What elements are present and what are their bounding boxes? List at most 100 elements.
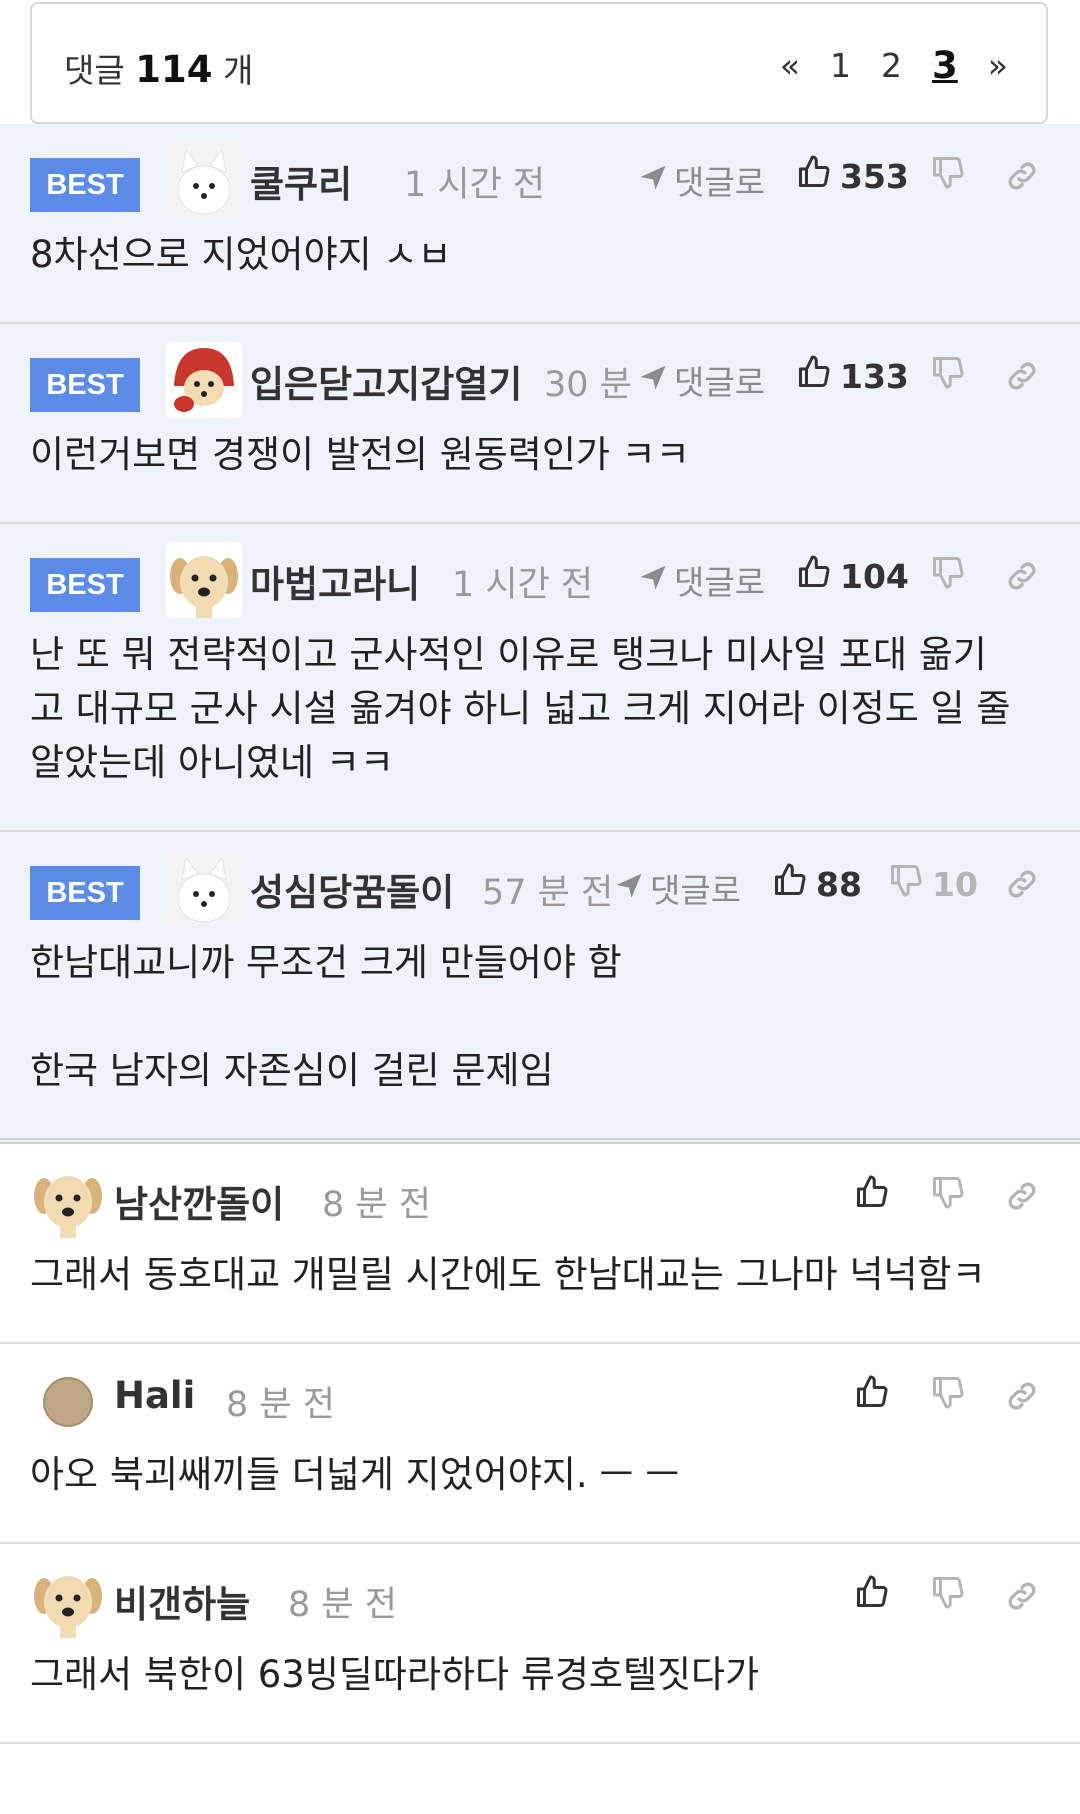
avatar[interactable] <box>166 342 242 418</box>
comment-body: 그래서 북한이 63빙딜따라하다 류경호텔짓다가 <box>0 1648 1080 1742</box>
reply-arrow-icon <box>638 361 668 400</box>
link-icon[interactable] <box>1004 558 1040 594</box>
nickname[interactable]: 비갠하늘 <box>114 1574 250 1628</box>
thumbs-up-icon <box>796 354 832 398</box>
comment-body: 그래서 동호대교 개밀릴 시간에도 한남대교는 그나마 넉넉함ㅋ <box>0 1248 1080 1342</box>
avatar[interactable] <box>166 542 242 618</box>
nickname[interactable]: 마법고라니 <box>250 554 420 608</box>
best-comment: BEST 쿨쿠리 1 시간 전 댓글로 353 8차선으로 지었어야지 ㅅㅂ <box>0 124 1080 324</box>
reply-arrow-icon <box>614 869 644 908</box>
like-button[interactable] <box>854 1574 890 1618</box>
like-button[interactable] <box>854 1374 890 1418</box>
comment-meta: BEST 입은닫고지갑열기 30 분 댓글로 133 <box>0 324 1080 428</box>
thumbs-up-icon <box>854 1174 890 1218</box>
link-icon[interactable] <box>1004 158 1040 194</box>
dislike-button[interactable] <box>930 1574 966 1618</box>
best-badge: BEST <box>30 358 140 412</box>
like-count: 133 <box>840 356 909 396</box>
nickname[interactable]: 쿨쿠리 <box>250 154 352 208</box>
comment-meta: BEST 성심당꿈돌이 57 분 전 댓글로 88 10 <box>0 832 1080 936</box>
like-button[interactable]: 88 <box>772 862 862 906</box>
comment-text: 그래서 북한이 63빙딜따라하다 류경호텔짓다가 <box>30 1653 760 1696</box>
dislike-button[interactable] <box>930 554 966 598</box>
page-1-link[interactable]: 1 <box>830 46 851 85</box>
reply-button[interactable]: 댓글로 <box>614 864 741 912</box>
reply-arrow-icon <box>638 561 668 600</box>
nickname[interactable]: 남산깐돌이 <box>114 1174 284 1228</box>
thumbs-down-icon <box>930 154 966 198</box>
comment-count-number: 114 <box>135 48 213 91</box>
link-icon[interactable] <box>1004 358 1040 394</box>
like-button[interactable]: 133 <box>796 354 909 398</box>
comment-time: 1 시간 전 <box>404 165 546 205</box>
nickname[interactable]: 입은닫고지갑열기 <box>250 354 522 408</box>
comment-body: 8차선으로 지었어야지 ㅅㅂ <box>0 228 1080 322</box>
avatar[interactable] <box>30 1562 106 1638</box>
comment-body: 이런거보면 경쟁이 발전의 원동력인가 ㅋㅋ <box>0 428 1080 522</box>
nickname[interactable]: Hali <box>114 1374 195 1417</box>
comment-time: 8 분 전 <box>226 1385 335 1425</box>
comment-text: 한남대교니까 무조건 크게 만들어야 함 한국 남자의 자존심이 걸린 문제임 <box>30 941 622 1092</box>
reply-arrow-icon <box>638 161 668 200</box>
comment-meta: BEST 쿨쿠리 1 시간 전 댓글로 353 <box>0 124 1080 228</box>
thumbs-up-icon <box>796 154 832 198</box>
link-icon[interactable] <box>1004 1178 1040 1214</box>
thumbs-down-icon <box>930 1174 966 1218</box>
avatar[interactable] <box>166 850 242 926</box>
comment-text: 아오 북괴쌔끼들 더넓게 지었어야지. ㅡ ㅡ <box>30 1453 680 1496</box>
thumbs-up-icon <box>854 1374 890 1418</box>
avatar[interactable] <box>30 1162 106 1238</box>
link-icon[interactable] <box>1004 1578 1040 1614</box>
comment: Hali 8 분 전아오 북괴쌔끼들 더넓게 지었어야지. ㅡ ㅡ <box>0 1344 1080 1544</box>
comment-meta: 비갠하늘 8 분 전 <box>0 1544 1080 1648</box>
link-icon[interactable] <box>1004 1378 1040 1414</box>
best-comment: BEST 입은닫고지갑열기 30 분 댓글로 133 이런거보면 경쟁이 발전의 원동력인… <box>0 324 1080 524</box>
like-button[interactable] <box>854 1174 890 1218</box>
thumbs-up-icon <box>772 862 808 906</box>
like-button[interactable]: 104 <box>796 554 909 598</box>
like-count: 104 <box>840 556 909 596</box>
thumbs-down-icon <box>930 354 966 398</box>
dislike-count: 10 <box>932 864 978 904</box>
thumbs-down-icon <box>930 1374 966 1418</box>
reply-label: 댓글로 <box>674 563 766 602</box>
page-prev-button[interactable]: « <box>780 46 800 85</box>
comment: 비갠하늘 8 분 전그래서 북한이 63빙딜따라하다 류경호텔짓다가 <box>0 1544 1080 1744</box>
page-2-link[interactable]: 2 <box>881 46 902 85</box>
nickname[interactable]: 성심당꿈돌이 <box>250 862 454 916</box>
comment-time: 1 시간 전 <box>452 565 594 605</box>
like-count: 353 <box>840 156 909 196</box>
avatar[interactable] <box>166 142 242 218</box>
page-next-button[interactable]: » <box>988 46 1008 85</box>
dislike-button[interactable] <box>930 1174 966 1218</box>
comment-list: BEST 쿨쿠리 1 시간 전 댓글로 353 8차선으로 지었어야지 ㅅㅂ BEST 입은닫… <box>0 124 1080 1744</box>
reply-button[interactable]: 댓글로 <box>638 356 765 404</box>
comment-meta: BEST 마법고라니 1 시간 전 댓글로 104 <box>0 524 1080 628</box>
reply-button[interactable]: 댓글로 <box>638 156 765 204</box>
comment-text: 난 또 뭐 전략적이고 군사적인 이유로 탱크나 미사일 포대 옮기 고 대규모… <box>30 633 1011 784</box>
page-3-link-current[interactable]: 3 <box>932 44 958 87</box>
best-badge: BEST <box>30 158 140 212</box>
comment-count-suffix: 개 <box>222 51 254 90</box>
comment-body: 난 또 뭐 전략적이고 군사적인 이유로 탱크나 미사일 포대 옮기 고 대규모… <box>0 628 1080 830</box>
link-icon[interactable] <box>1004 866 1040 902</box>
comment-time: 30 분 <box>544 365 632 405</box>
thumbs-down-icon <box>930 1574 966 1618</box>
dislike-button[interactable]: 10 <box>888 862 978 906</box>
comment-time: 57 분 전 <box>482 873 614 913</box>
comment-text: 이런거보면 경쟁이 발전의 원동력인가 ㅋㅋ <box>30 433 690 476</box>
comment-body: 아오 북괴쌔끼들 더넓게 지었어야지. ㅡ ㅡ <box>0 1448 1080 1542</box>
dislike-button[interactable] <box>930 1374 966 1418</box>
best-badge: BEST <box>30 866 140 920</box>
reply-button[interactable]: 댓글로 <box>638 556 765 604</box>
dislike-button[interactable] <box>930 154 966 198</box>
like-button[interactable]: 353 <box>796 154 909 198</box>
dislike-button[interactable] <box>930 354 966 398</box>
comment-text: 그래서 동호대교 개밀릴 시간에도 한남대교는 그나마 넉넉함ㅋ <box>30 1253 986 1296</box>
avatar[interactable] <box>30 1362 106 1438</box>
best-badge: BEST <box>30 558 140 612</box>
comment: 남산깐돌이 8 분 전 그래서 동호대교 개밀릴 시간에도 한남대교는 그나마 넉넉… <box>0 1144 1080 1344</box>
comment-count-label: 댓글 <box>64 51 125 90</box>
comment-meta: Hali 8 분 전 <box>0 1344 1080 1448</box>
best-comment: BEST 마법고라니 1 시간 전 댓글로 104 난 또 뭐 전략적이고 군사적인 이유… <box>0 524 1080 832</box>
